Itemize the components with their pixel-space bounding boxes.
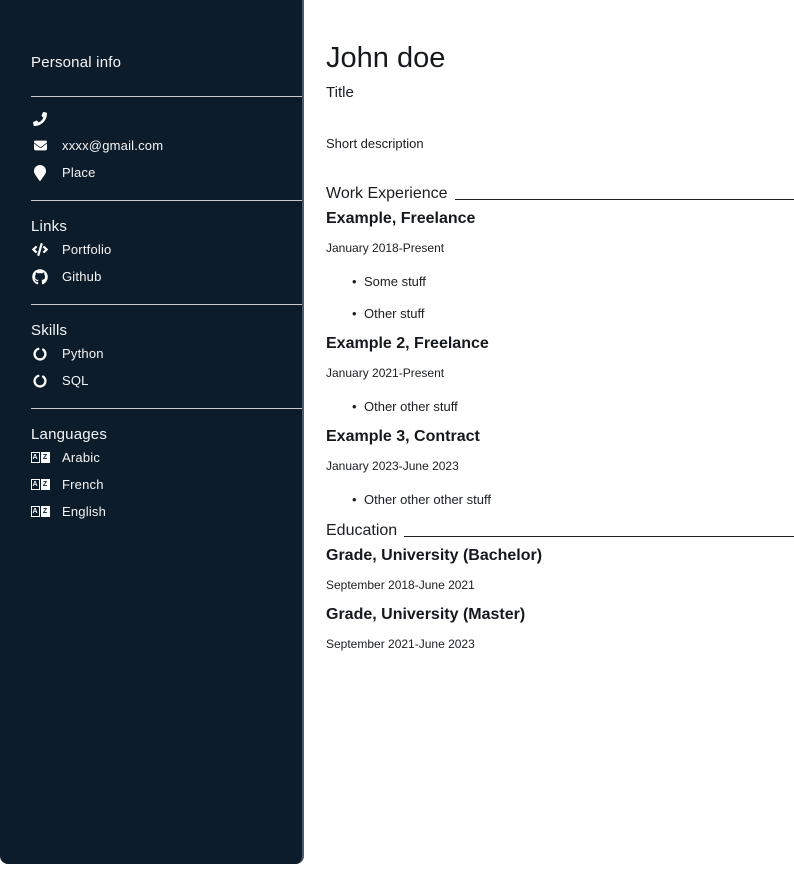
skill-sql-label: SQL bbox=[62, 373, 89, 388]
bullet-item: Other other stuff bbox=[352, 399, 794, 414]
language-icon-a: A bbox=[31, 452, 40, 463]
code-icon bbox=[31, 243, 49, 256]
resume-main: John doe Title Short description Work Ex… bbox=[326, 0, 794, 651]
entry-title: Example 3, Contract bbox=[326, 428, 794, 446]
entry-dates: September 2021-June 2023 bbox=[326, 637, 794, 651]
language-english-label: English bbox=[62, 504, 106, 519]
phone-icon bbox=[31, 112, 49, 126]
education-entry-1: Grade, University (Bachelor) September 2… bbox=[326, 547, 794, 592]
work-entry-2: Example 2, Freelance January 2021-Presen… bbox=[326, 335, 794, 414]
job-title: Title bbox=[326, 84, 794, 102]
contact-item-place: Place bbox=[31, 159, 302, 186]
github-icon bbox=[31, 269, 49, 285]
divider bbox=[31, 96, 302, 97]
skill-item-sql: SQL bbox=[31, 367, 302, 394]
personal-info-heading: Personal info bbox=[31, 54, 302, 72]
work-experience-title: Work Experience bbox=[326, 184, 448, 204]
heading-rule bbox=[404, 536, 794, 537]
map-marker-icon bbox=[31, 165, 49, 181]
work-experience-heading: Work Experience bbox=[326, 184, 794, 204]
education-title: Education bbox=[326, 521, 397, 541]
work-entry-3: Example 3, Contract January 2023-June 20… bbox=[326, 428, 794, 507]
work-entry-1: Example, Freelance January 2018-Present … bbox=[326, 210, 794, 321]
sidebar: Personal info xxxx@gmail.com Place Links bbox=[0, 0, 304, 864]
links-heading: Links bbox=[31, 218, 302, 236]
circle-notch-icon bbox=[31, 347, 49, 361]
language-icon: AZ bbox=[31, 479, 49, 490]
skills-heading: Skills bbox=[31, 322, 302, 340]
language-icon-z: Z bbox=[41, 452, 50, 463]
contact-item-email: xxxx@gmail.com bbox=[31, 132, 302, 159]
skill-python-label: Python bbox=[62, 346, 104, 361]
entry-title: Example 2, Freelance bbox=[326, 335, 794, 353]
language-item-english: AZ English bbox=[31, 498, 302, 525]
bullet-item: Some stuff bbox=[352, 274, 794, 289]
language-item-french: AZ French bbox=[31, 471, 302, 498]
language-french-label: French bbox=[62, 477, 104, 492]
divider bbox=[31, 304, 302, 305]
language-icon: AZ bbox=[31, 506, 49, 517]
language-icon-z: Z bbox=[41, 479, 50, 490]
language-icon-a: A bbox=[31, 506, 40, 517]
entry-bullet-list: Other other other stuff bbox=[326, 492, 794, 507]
divider bbox=[31, 408, 302, 409]
link-portfolio-label[interactable]: Portfolio bbox=[62, 242, 112, 257]
education-entry-2: Grade, University (Master) September 202… bbox=[326, 606, 794, 651]
bullet-item: Other other other stuff bbox=[352, 492, 794, 507]
bullet-item: Other stuff bbox=[352, 306, 794, 321]
entry-dates: January 2018-Present bbox=[326, 241, 794, 255]
language-arabic-label: Arabic bbox=[62, 450, 100, 465]
contact-place-label: Place bbox=[62, 165, 96, 180]
language-item-arabic: AZ Arabic bbox=[31, 444, 302, 471]
entry-dates: January 2021-Present bbox=[326, 366, 794, 380]
link-github-label[interactable]: Github bbox=[62, 269, 102, 284]
language-icon-z: Z bbox=[41, 506, 50, 517]
link-item-portfolio[interactable]: Portfolio bbox=[31, 236, 302, 263]
link-item-github[interactable]: Github bbox=[31, 263, 302, 290]
divider bbox=[31, 200, 302, 201]
entry-title: Example, Freelance bbox=[326, 210, 794, 228]
entry-dates: January 2023-June 2023 bbox=[326, 459, 794, 473]
circle-notch-icon bbox=[31, 374, 49, 388]
contact-item-phone bbox=[31, 105, 302, 132]
envelope-icon bbox=[31, 139, 49, 152]
summary-text: Short description bbox=[326, 136, 794, 151]
entry-bullet-list: Some stuff Other stuff bbox=[326, 274, 794, 321]
language-icon-a: A bbox=[31, 479, 40, 490]
skill-item-python: Python bbox=[31, 340, 302, 367]
languages-heading: Languages bbox=[31, 426, 302, 444]
language-icon: AZ bbox=[31, 452, 49, 463]
entry-dates: September 2018-June 2021 bbox=[326, 578, 794, 592]
entry-title: Grade, University (Master) bbox=[326, 606, 794, 624]
name-heading: John doe bbox=[326, 42, 794, 75]
entry-bullet-list: Other other stuff bbox=[326, 399, 794, 414]
education-heading: Education bbox=[326, 521, 794, 541]
contact-email-label[interactable]: xxxx@gmail.com bbox=[62, 138, 163, 153]
heading-rule bbox=[455, 199, 794, 200]
entry-title: Grade, University (Bachelor) bbox=[326, 547, 794, 565]
